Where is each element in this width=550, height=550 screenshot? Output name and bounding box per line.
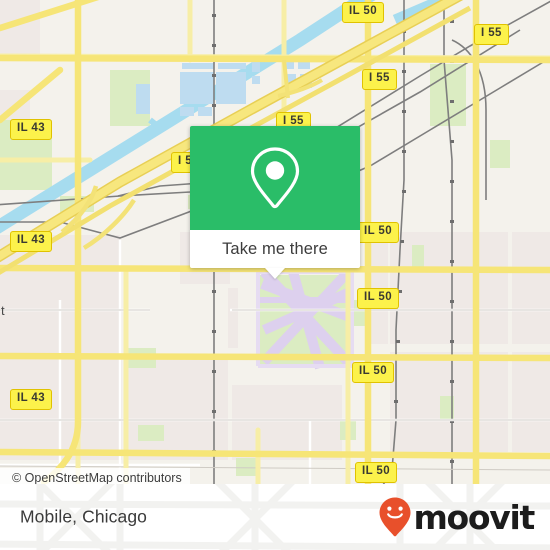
highway-shield: IL 50 [357, 288, 399, 309]
take-me-there-popup[interactable]: Take me there [190, 126, 360, 279]
moovit-logo[interactable]: moovit [378, 496, 535, 538]
highway-shield: I 55 [474, 24, 509, 45]
popup-icon-panel [190, 126, 360, 230]
highway-shield: IL 43 [10, 119, 52, 140]
moovit-wordmark: moovit [413, 497, 535, 537]
highway-shield: IL 50 [357, 222, 399, 243]
map-street-label-partial: t [1, 303, 5, 318]
map-pin-icon [250, 147, 300, 209]
highway-shield: IL 50 [342, 2, 384, 23]
highway-shield: IL 50 [355, 462, 397, 483]
place-title: Mobile, Chicago [20, 506, 147, 527]
highway-shield: IL 50 [352, 362, 394, 383]
moovit-pin-icon [379, 497, 411, 537]
highway-shield: I 55 [362, 69, 397, 90]
highway-shield: IL 43 [10, 389, 52, 410]
footer-bar: Mobile, Chicago moovit [0, 484, 550, 550]
popup-tail [265, 268, 285, 279]
popup-label-area[interactable]: Take me there [190, 230, 360, 279]
moovit-map-screenshot: IL 50 I 55 I 55 I 55 I 55 IL 43 IL 43 IL 50 IL 5… [0, 0, 550, 550]
highway-shield: IL 43 [10, 231, 52, 252]
take-me-there-label: Take me there [222, 239, 328, 258]
